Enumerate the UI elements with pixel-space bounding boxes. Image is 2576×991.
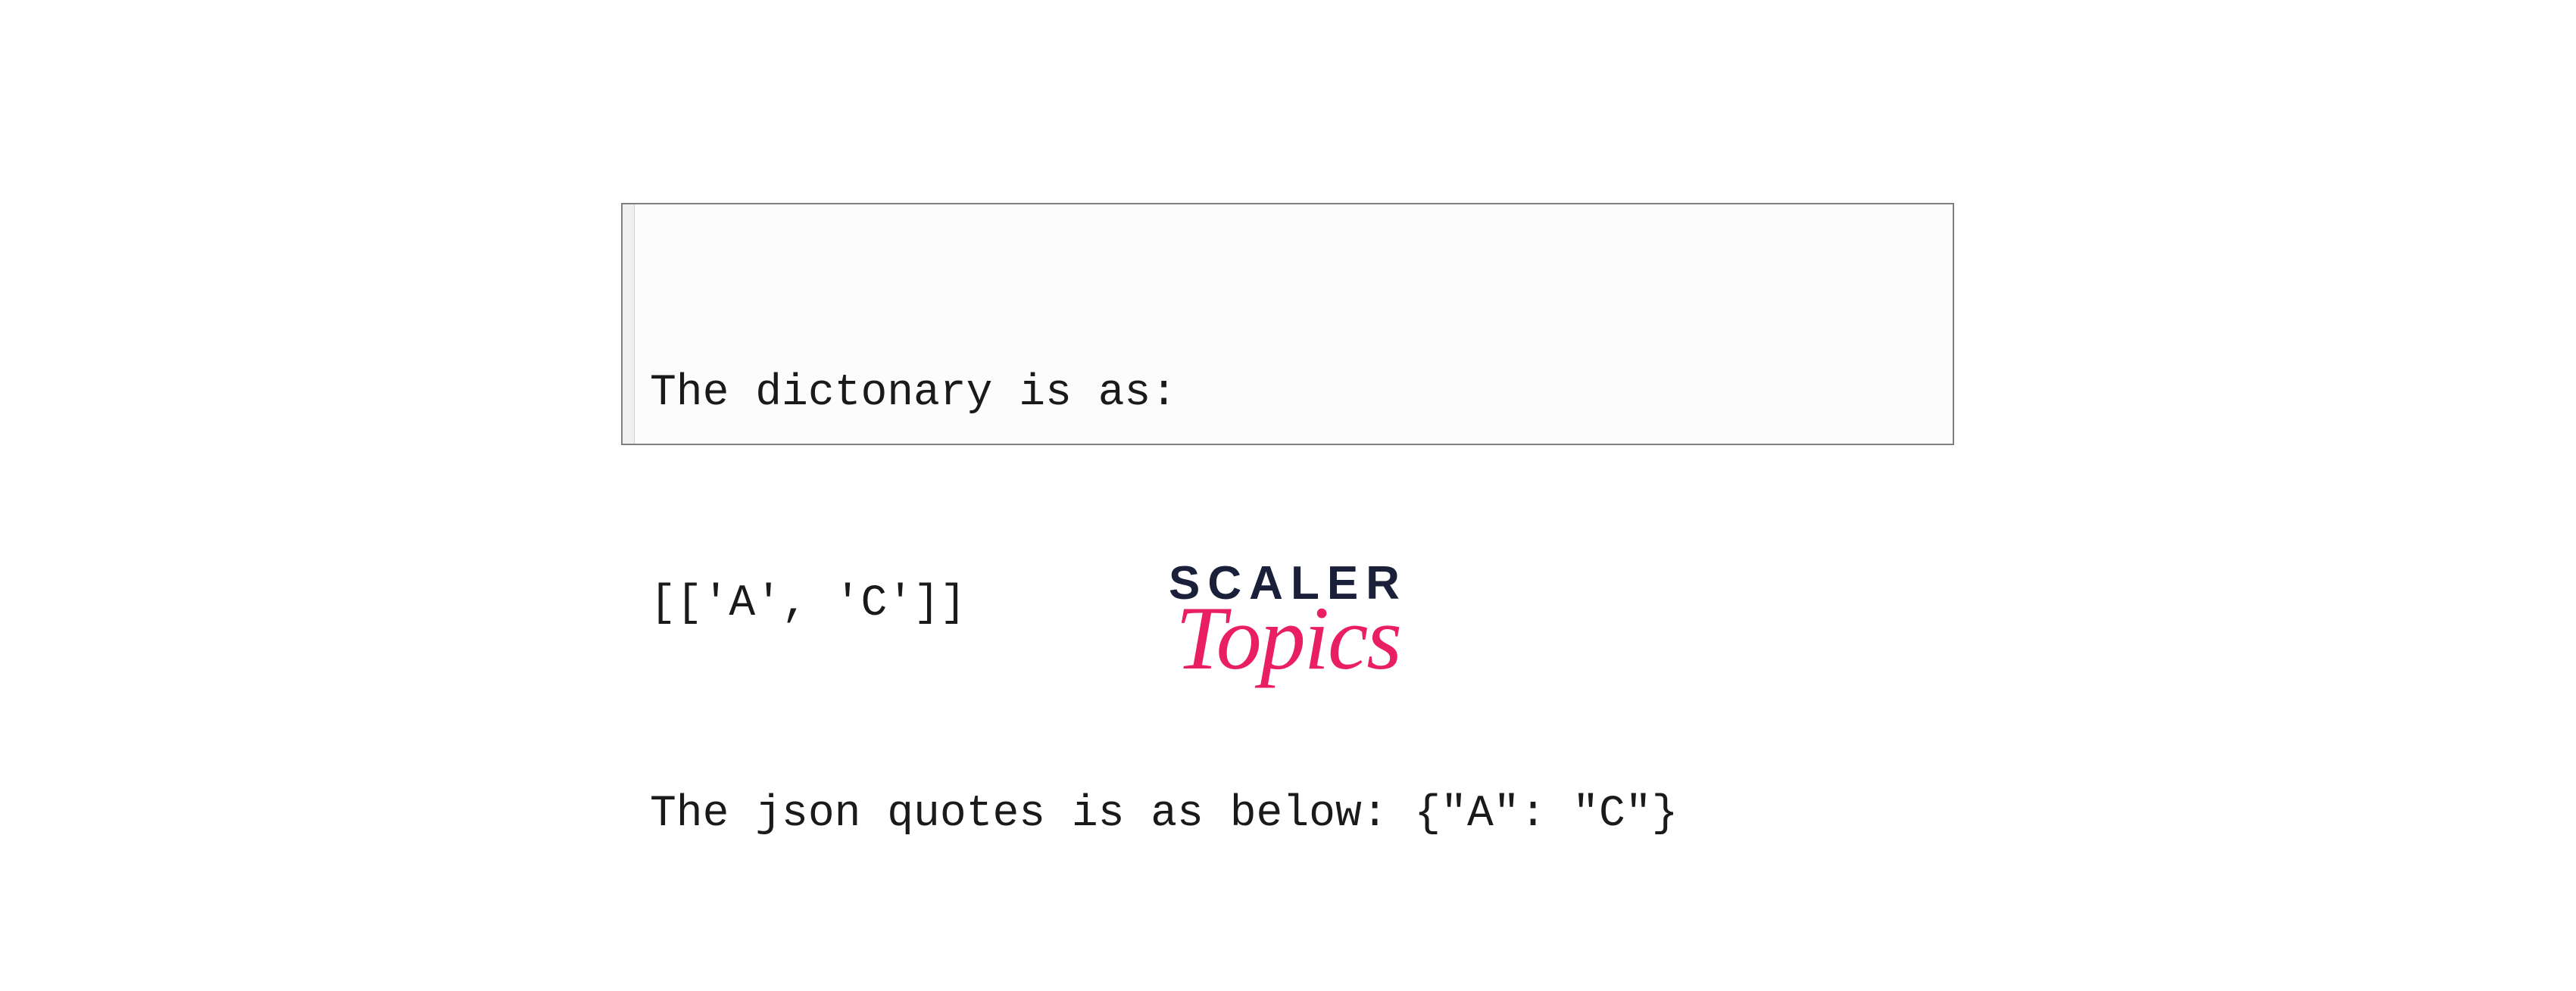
code-line-3: The json quotes is as below: {"A": "C"} [650,780,1937,850]
code-gutter [623,204,635,444]
code-line-1: The dictonary is as: [650,359,1937,429]
logo-sub-text: Topics [1169,600,1407,677]
scaler-topics-logo: SCALER Topics [1169,560,1407,677]
code-output-box: The dictonary is as: [['A', 'C']] The js… [621,203,1954,445]
code-content: The dictonary is as: [['A', 'C']] The js… [635,204,1953,444]
